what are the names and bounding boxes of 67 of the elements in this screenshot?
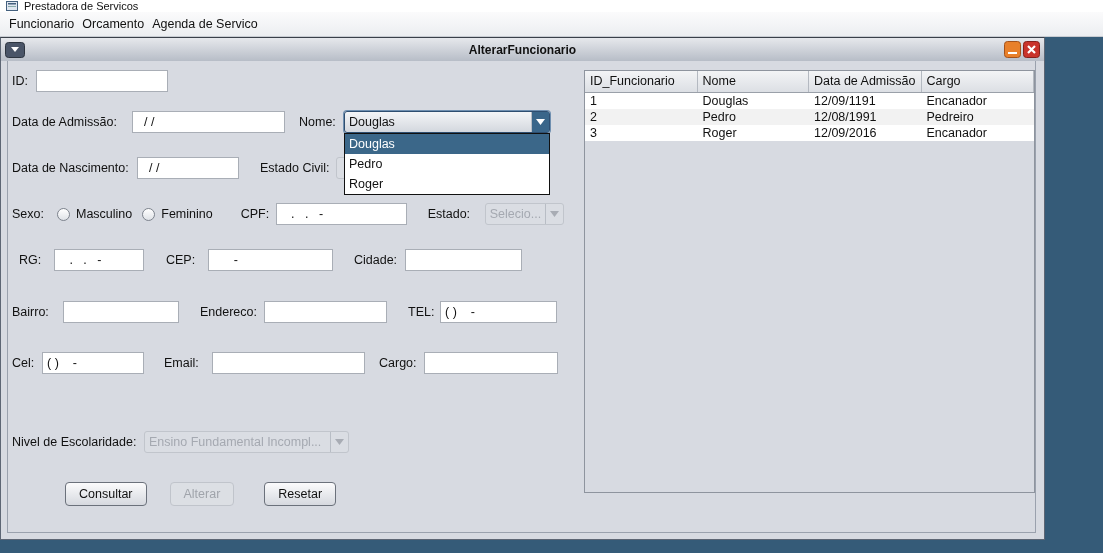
column-header[interactable]: Cargo xyxy=(921,71,1034,92)
table-cell-text: 2 xyxy=(589,109,598,125)
menu-item[interactable]: Orcamento xyxy=(82,17,145,31)
table-cell-text: Douglas xyxy=(701,93,750,109)
caret-icon xyxy=(335,439,344,445)
field-label: ID: xyxy=(12,74,29,88)
column-header[interactable]: Nome xyxy=(697,71,809,92)
action-button[interactable]: Consultar xyxy=(65,482,147,506)
field-label: Email: xyxy=(164,356,200,370)
text-field[interactable] xyxy=(405,249,522,271)
text-field[interactable] xyxy=(63,301,179,323)
dropdown-option[interactable]: Pedro xyxy=(345,154,549,174)
menu-item[interactable]: Funcionario xyxy=(9,17,75,31)
field-label: Nivel de Escolaridade: xyxy=(12,435,138,449)
table-cell-text: 3 xyxy=(589,125,598,141)
table-cell-text: Encanador xyxy=(925,125,988,141)
field-label: TEL: xyxy=(408,305,436,319)
field-label: Estado: xyxy=(427,207,472,221)
caret-icon xyxy=(549,211,559,217)
field-label: CEP: xyxy=(166,253,197,267)
window-menu-icon[interactable] xyxy=(5,41,25,58)
caret-icon xyxy=(536,119,545,125)
text-field[interactable] xyxy=(424,352,558,374)
table-cell-text: Encanador xyxy=(925,93,988,109)
field-label: CPF: xyxy=(240,207,271,221)
field-label: Cel: xyxy=(12,356,36,370)
field-label: Data de Admissão: xyxy=(12,115,118,129)
column-header[interactable]: ID_Funcionario xyxy=(585,71,698,92)
field-label: Cidade: xyxy=(354,253,399,267)
dropdown-option[interactable]: Douglas xyxy=(345,134,549,154)
field-label: RG: xyxy=(19,253,43,267)
minimize-icon[interactable] xyxy=(1004,41,1021,58)
text-field[interactable]: . . - xyxy=(54,249,144,271)
app-icon xyxy=(6,1,18,11)
field-label: Estado Civil: xyxy=(260,161,331,175)
text-field[interactable]: ( ) - xyxy=(440,301,557,323)
table-cell-text: Pedreiro xyxy=(925,109,975,125)
text-field[interactable]: / / xyxy=(137,157,239,179)
table-cell-text: 1 xyxy=(589,93,598,109)
dropdown-option[interactable]: Roger xyxy=(345,174,549,194)
field-label: Bairro: xyxy=(12,305,50,319)
field-label: Sexo: xyxy=(12,207,45,221)
field-label: Cargo: xyxy=(379,356,418,370)
table-cell-text: 12/08/1991 xyxy=(813,109,878,125)
window-title: AlterarFuncionario xyxy=(468,42,577,57)
app-title: Prestadora de Servicos xyxy=(24,0,139,12)
text-field[interactable]: ( ) - xyxy=(42,352,144,374)
field-label: Endereco: xyxy=(200,305,258,319)
text-field[interactable]: - xyxy=(208,249,333,271)
field-label: Data de Nascimento: xyxy=(12,161,130,175)
table-cell-text: Pedro xyxy=(701,109,737,125)
radio-button[interactable]: Masculino xyxy=(57,207,133,221)
dropdown[interactable]: Douglas xyxy=(344,111,550,133)
table-cell-text: 12/09/1191 xyxy=(813,93,877,109)
text-field[interactable]: / / xyxy=(132,111,285,133)
text-field[interactable] xyxy=(36,70,168,92)
radio-button[interactable]: Feminino xyxy=(142,207,213,221)
text-field[interactable] xyxy=(212,352,365,374)
table-cell-text: Roger xyxy=(701,125,738,141)
text-field[interactable] xyxy=(264,301,387,323)
field-label: Nome: xyxy=(299,115,337,129)
action-button[interactable]: Resetar xyxy=(264,482,337,506)
table-cell-text: 12/09/2016 xyxy=(813,125,878,141)
menu-item[interactable]: Agenda de Servico xyxy=(152,17,258,31)
column-header[interactable]: Data de Admissão xyxy=(809,71,922,92)
close-icon[interactable] xyxy=(1023,41,1040,58)
text-field[interactable]: . . - xyxy=(275,203,407,225)
